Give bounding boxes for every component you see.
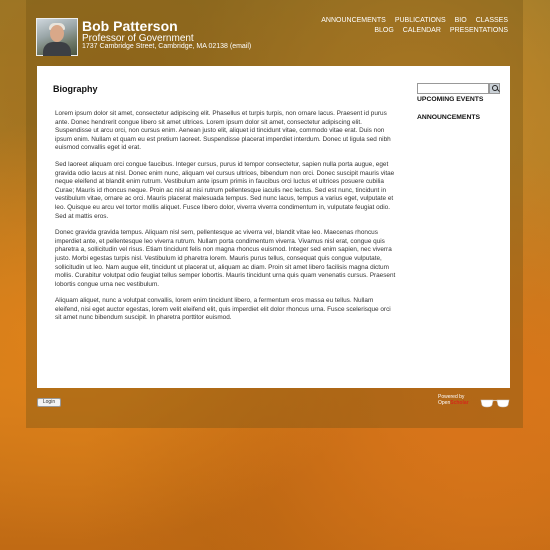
- site-address: 1737 Cambridge Street, Cambridge, MA 021…: [82, 43, 252, 50]
- glasses-icon: [480, 399, 510, 408]
- nav-item-classes[interactable]: CLASSES: [476, 17, 508, 24]
- nav-item-publications[interactable]: PUBLICATIONS: [395, 17, 446, 24]
- brand-open: Open: [438, 400, 451, 406]
- powered-by[interactable]: Powered by OpenScholar: [438, 394, 469, 406]
- search-icon-handle: [497, 89, 500, 92]
- site-name[interactable]: Bob Patterson: [82, 18, 178, 34]
- brand-scholar: Scholar: [450, 400, 469, 406]
- nav-item-announcements[interactable]: ANNOUNCEMENTS: [321, 17, 386, 24]
- avatar-face: [50, 25, 64, 42]
- nav-item-blog[interactable]: BLOG: [374, 27, 393, 34]
- sidebar: UPCOMING EVENTS ANNOUNCEMENTS: [408, 66, 510, 388]
- paragraph: Lorem ipsum dolor sit amet, consectetur …: [55, 110, 391, 152]
- avatar: [36, 18, 78, 56]
- paragraph: Aliquam aliquet, nunc a volutpat convall…: [55, 297, 391, 322]
- paragraph: Donec gravida gravida tempus. Aliquam ni…: [55, 229, 396, 288]
- nav-item-bio[interactable]: BIO: [455, 17, 467, 24]
- search-box: [417, 83, 501, 94]
- login-button[interactable]: Login: [37, 398, 61, 407]
- paragraph: Sed laoreet aliquam orci congue faucibus…: [55, 160, 395, 220]
- search-button[interactable]: [489, 83, 500, 94]
- nav-item-presentations[interactable]: PRESENTATIONS: [450, 27, 508, 34]
- page-title: Biography: [53, 84, 98, 94]
- main-content: Biography Lorem ipsum dolor sit amet, co…: [37, 66, 408, 388]
- main-nav-row-2: BLOG CALENDAR PRESENTATIONS: [374, 27, 508, 34]
- avatar-suit: [43, 42, 71, 56]
- main-nav-row-1: ANNOUNCEMENTS PUBLICATIONS BIO CLASSES: [321, 17, 508, 24]
- biography-text: Lorem ipsum dolor sit amet, consectetur …: [55, 110, 397, 331]
- nav-item-calendar[interactable]: CALENDAR: [403, 27, 441, 34]
- openscholar-logo: OpenScholar: [438, 400, 469, 406]
- announcements-heading: ANNOUNCEMENTS: [417, 114, 481, 121]
- site-header: Bob Patterson Professor of Government 17…: [36, 14, 514, 60]
- search-input[interactable]: [417, 83, 489, 94]
- upcoming-events-heading: UPCOMING EVENTS: [417, 96, 484, 103]
